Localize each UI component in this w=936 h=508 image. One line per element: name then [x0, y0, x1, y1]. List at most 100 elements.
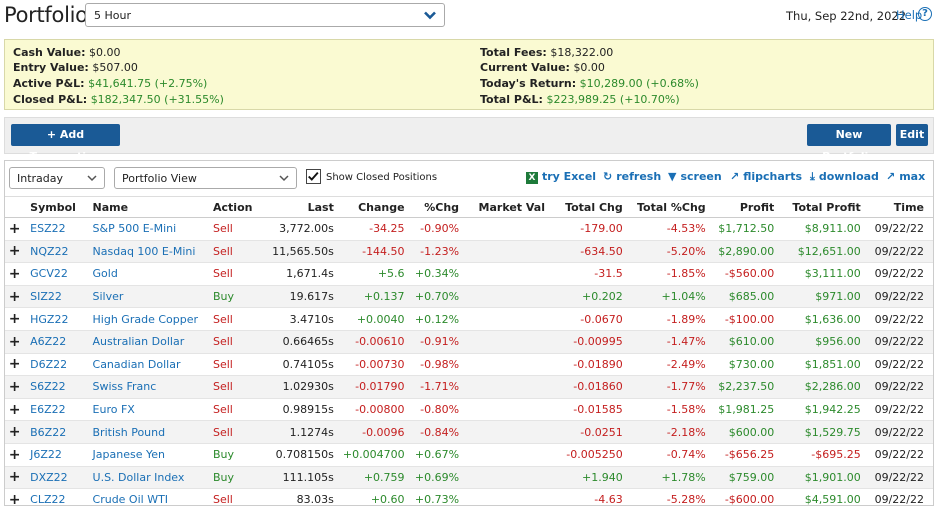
expand-plus-icon[interactable]: + — [5, 420, 25, 444]
expand-plus-icon[interactable]: + — [5, 353, 25, 377]
period-select[interactable]: 5 Hour — [85, 3, 445, 27]
cell-tpct: -5.20% — [631, 240, 715, 264]
cell-symbol[interactable]: A6Z22 — [24, 330, 87, 354]
cell-name[interactable]: Euro FX — [86, 398, 207, 422]
expand-plus-icon[interactable]: + — [5, 375, 25, 399]
view-select[interactable]: Portfolio View — [114, 167, 297, 189]
cell-mval — [468, 375, 554, 399]
cell-tchg: -0.0670 — [554, 307, 632, 331]
col-total-chg[interactable]: Total Chg — [554, 196, 632, 218]
new-portfolio-button[interactable]: New Portfolio — [807, 124, 891, 163]
cell-name[interactable]: Gold — [86, 262, 207, 286]
col-symbol[interactable]: Symbol — [24, 196, 87, 218]
max-link[interactable]: ↗ max — [886, 170, 925, 183]
expand-plus-icon[interactable]: + — [5, 307, 25, 331]
expand-plus-icon[interactable]: + — [5, 240, 25, 264]
refresh-link[interactable]: ↻ refresh — [603, 170, 661, 183]
table-row[interactable]: + S6Z22 Swiss Franc Sell 1.02930s -0.01790 -1.… — [5, 375, 933, 399]
expand-plus-icon[interactable]: + — [5, 466, 25, 490]
table-row[interactable]: + HGZ22 High Grade Copper Sell 3.4710s +0.004… — [5, 307, 933, 331]
cell-symbol[interactable]: CLZ22 — [24, 488, 87, 508]
cell-symbol[interactable]: B6Z22 — [24, 420, 87, 444]
cell-symbol[interactable]: S6Z22 — [24, 375, 87, 399]
cell-time: 09/22/22 — [869, 420, 933, 444]
cell-name[interactable]: Swiss Franc — [86, 375, 207, 399]
cell-tchg: -0.01890 — [554, 353, 632, 377]
col-pctchg[interactable]: %Chg — [413, 196, 469, 218]
cell-name[interactable]: U.S. Dollar Index — [86, 466, 207, 490]
add-transaction-button[interactable]: + Add Transaction — [11, 124, 120, 163]
edit-button[interactable]: Edit — [896, 124, 928, 146]
cell-name[interactable]: Australian Dollar — [86, 330, 207, 354]
cell-last: 19.617s — [265, 285, 343, 309]
table-row[interactable]: + D6Z22 Canadian Dollar Sell 0.74105s -0.0073… — [5, 353, 933, 377]
cell-action: Sell — [207, 375, 266, 399]
cell-name[interactable]: British Pound — [86, 420, 207, 444]
cell-symbol[interactable]: J6Z22 — [24, 443, 87, 467]
cell-time: 09/22/22 — [869, 217, 933, 241]
cell-tpct: -1.47% — [631, 330, 715, 354]
cell-tprofit: -$695.25 — [783, 443, 870, 467]
cell-action: Buy — [207, 443, 266, 467]
expand-plus-icon[interactable]: + — [5, 330, 25, 354]
table-row[interactable]: + J6Z22 Japanese Yen Buy 0.708150s +0.004700 +… — [5, 443, 933, 467]
expand-plus-icon[interactable]: + — [5, 262, 25, 286]
table-row[interactable]: + ESZ22 S&P 500 E-Mini Sell 3,772.00s -34.25-… — [5, 217, 933, 241]
col-name[interactable]: Name — [86, 196, 207, 218]
col-total-pctchg[interactable]: Total %Chg — [631, 196, 715, 218]
page-title: Portfolio — [4, 3, 88, 27]
cell-profit: -$600.00 — [714, 488, 784, 508]
cell-symbol[interactable]: DXZ22 — [24, 466, 87, 490]
cell-symbol[interactable]: E6Z22 — [24, 398, 87, 422]
cell-symbol[interactable]: SIZ22 — [24, 285, 87, 309]
table-row[interactable]: + SIZ22 Silver Buy 19.617s +0.137 +0.70% +0.202… — [5, 285, 933, 309]
interval-select[interactable]: Intraday — [9, 167, 105, 189]
expand-icon: ↗ — [886, 170, 896, 183]
cell-name[interactable]: S&P 500 E-Mini — [86, 217, 207, 241]
table-row[interactable]: + A6Z22 Australian Dollar Sell 0.66465s -0.00… — [5, 330, 933, 354]
question-circle-icon[interactable]: ? — [918, 7, 932, 21]
expand-plus-icon[interactable]: + — [5, 285, 25, 309]
cell-name[interactable]: High Grade Copper — [86, 307, 207, 331]
col-action[interactable]: Action — [207, 196, 266, 218]
cell-tchg: -0.01860 — [554, 375, 632, 399]
screen-link[interactable]: ▼ screen — [668, 170, 722, 183]
col-market-val[interactable]: Market Val — [468, 196, 554, 218]
cell-symbol[interactable]: GCV22 — [24, 262, 87, 286]
cell-name[interactable]: Crude Oil WTI — [86, 488, 207, 508]
flipcharts-link[interactable]: ↗ flipcharts — [730, 170, 802, 183]
table-row[interactable]: + E6Z22 Euro FX Sell 0.98915s -0.00800 -0.80% -… — [5, 398, 933, 422]
cell-mval — [468, 262, 554, 286]
cell-last: 1.02930s — [265, 375, 343, 399]
cell-symbol[interactable]: NQZ22 — [24, 240, 87, 264]
col-change[interactable]: Change — [342, 196, 414, 218]
table-row[interactable]: + CLZ22 Crude Oil WTI Sell 83.03s +0.60 +0.73%… — [5, 488, 933, 508]
cell-tprofit: $1,942.25 — [783, 398, 870, 422]
cell-name[interactable]: Japanese Yen — [86, 443, 207, 467]
show-closed-checkbox[interactable] — [306, 169, 321, 184]
cell-tprofit: $2,286.00 — [783, 375, 870, 399]
table-row[interactable]: + NQZ22 Nasdaq 100 E-Mini Sell 11,565.50s -14… — [5, 240, 933, 264]
expand-plus-icon[interactable]: + — [5, 443, 25, 467]
cell-symbol[interactable]: ESZ22 — [24, 217, 87, 241]
cell-name[interactable]: Canadian Dollar — [86, 353, 207, 377]
cell-pct: -0.80% — [413, 398, 469, 422]
col-time[interactable]: Time — [869, 196, 933, 218]
cell-name[interactable]: Silver — [86, 285, 207, 309]
try-excel-link[interactable]: Xtry Excel — [526, 170, 596, 184]
cell-symbol[interactable]: HGZ22 — [24, 307, 87, 331]
col-total-profit[interactable]: Total Profit — [783, 196, 870, 218]
col-last[interactable]: Last — [265, 196, 343, 218]
expand-plus-icon[interactable]: + — [5, 398, 25, 422]
expand-plus-icon[interactable]: + — [5, 217, 25, 241]
download-link[interactable]: ⤓ download — [810, 170, 879, 184]
cell-tchg: -0.0251 — [554, 420, 632, 444]
cell-name[interactable]: Nasdaq 100 E-Mini — [86, 240, 207, 264]
cell-tchg: -0.01585 — [554, 398, 632, 422]
table-row[interactable]: + GCV22 Gold Sell 1,671.4s +5.6 +0.34% -31.5 -1.… — [5, 262, 933, 286]
table-row[interactable]: + B6Z22 British Pound Sell 1.1274s -0.0096 -0.… — [5, 420, 933, 444]
col-profit[interactable]: Profit — [714, 196, 784, 218]
expand-plus-icon[interactable]: + — [5, 488, 25, 508]
table-row[interactable]: + DXZ22 U.S. Dollar Index Buy 111.105s +0.759… — [5, 466, 933, 490]
cell-symbol[interactable]: D6Z22 — [24, 353, 87, 377]
